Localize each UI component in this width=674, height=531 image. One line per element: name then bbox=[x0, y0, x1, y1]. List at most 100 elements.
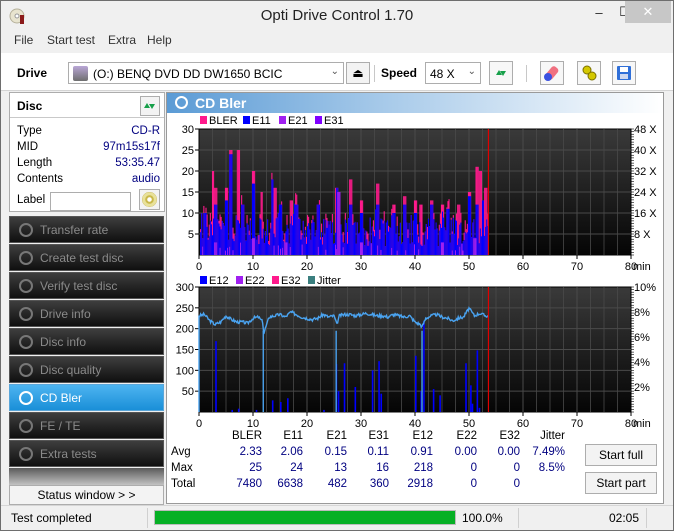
stats-col-header: BLER bbox=[231, 430, 262, 442]
speed-select[interactable]: 48 X ⌄ bbox=[425, 62, 481, 84]
erase-button[interactable] bbox=[540, 61, 564, 85]
menu-file[interactable]: File bbox=[14, 33, 33, 47]
nav-item-extra-tests[interactable]: Extra tests bbox=[9, 440, 164, 467]
e11-bar bbox=[375, 209, 377, 255]
disc-type-row: Type CD-R bbox=[17, 125, 160, 141]
chevron-down-icon: ⌄ bbox=[467, 66, 476, 77]
e11-bar bbox=[334, 243, 336, 255]
e12-bar bbox=[323, 409, 325, 412]
e11-bar bbox=[287, 228, 289, 255]
y2-tick-label: 2% bbox=[634, 382, 650, 394]
nav-item-disc-quality[interactable]: Disc quality bbox=[9, 356, 164, 383]
e11-bar bbox=[205, 213, 207, 255]
e11-bar bbox=[213, 218, 215, 255]
stats-col-header: E12 bbox=[412, 430, 433, 442]
e21-bar bbox=[284, 242, 286, 255]
legend-label: E22 bbox=[245, 275, 265, 287]
e21-bar bbox=[359, 242, 361, 255]
e11-bar bbox=[376, 204, 378, 255]
nav-item-drive-info[interactable]: Drive info bbox=[9, 300, 164, 327]
e21-bar bbox=[342, 247, 344, 255]
nav-item-disc-info[interactable]: Disc info bbox=[9, 328, 164, 355]
nav-item-create-test-disc[interactable]: Create test disc bbox=[9, 244, 164, 271]
nav-item-label: Verify test disc bbox=[40, 279, 118, 293]
start-part-button[interactable]: Start part bbox=[585, 472, 657, 494]
e11-bar bbox=[477, 204, 479, 255]
e11-bar bbox=[384, 246, 386, 255]
e11-bar bbox=[421, 246, 423, 255]
refresh-icon bbox=[144, 103, 155, 109]
e21-bar bbox=[396, 250, 398, 255]
e11-bar bbox=[348, 218, 350, 255]
nav-item-label: Transfer rate bbox=[40, 223, 109, 237]
e11-bar bbox=[294, 203, 296, 255]
close-button[interactable]: ✕ bbox=[625, 1, 671, 23]
refresh-disc-button[interactable] bbox=[140, 96, 160, 116]
menu-extra[interactable]: Extra bbox=[108, 33, 136, 47]
e21-bar bbox=[282, 247, 284, 255]
nav-item-transfer-rate[interactable]: Transfer rate bbox=[9, 216, 164, 243]
e11-bar bbox=[290, 215, 292, 255]
e21-bar bbox=[240, 242, 242, 255]
test-nav: Transfer rate Create test disc Verify test… bbox=[9, 216, 164, 486]
settings-button[interactable] bbox=[577, 61, 601, 85]
y2-tick-label: 4% bbox=[634, 357, 650, 369]
nav-item-fe-te[interactable]: FE / TE bbox=[9, 412, 164, 439]
e12-bar bbox=[476, 350, 479, 412]
e21-bar bbox=[285, 242, 287, 255]
disc-contents-key: Contents bbox=[17, 173, 64, 185]
e11-bar bbox=[231, 154, 233, 255]
e11-bar bbox=[304, 229, 306, 255]
x-tick-label: 10 bbox=[247, 418, 259, 429]
save-button[interactable] bbox=[612, 61, 636, 85]
eject-button[interactable]: ⏏ bbox=[346, 62, 370, 84]
e21-bar bbox=[391, 247, 393, 255]
refresh-speed-button[interactable] bbox=[489, 61, 513, 85]
e11-bar bbox=[236, 219, 238, 255]
e11-bar bbox=[211, 235, 214, 255]
e11-bar bbox=[396, 226, 398, 255]
nav-item-label: FE / TE bbox=[40, 419, 81, 433]
e11-bar bbox=[264, 231, 266, 255]
e11-bar bbox=[423, 244, 425, 255]
stats-col-header: E11 bbox=[283, 430, 303, 442]
e21-bar bbox=[451, 250, 453, 255]
e11-bar bbox=[280, 204, 282, 255]
e11-bar bbox=[207, 239, 209, 255]
e11-bar bbox=[302, 221, 304, 255]
e11-bar bbox=[325, 219, 327, 255]
stats-cell: 24 bbox=[290, 462, 303, 474]
e11-bar bbox=[261, 238, 263, 255]
start-full-button[interactable]: Start full bbox=[585, 444, 657, 466]
e11-bar bbox=[206, 226, 208, 255]
e11-bar bbox=[400, 243, 403, 255]
e11-bar bbox=[203, 213, 205, 255]
e11-bar bbox=[398, 236, 400, 255]
disc-mid-key: MID bbox=[17, 141, 39, 153]
e12-bar bbox=[465, 363, 467, 412]
x-tick-label: 40 bbox=[409, 261, 421, 273]
e11-bar bbox=[457, 244, 459, 255]
disc-test-icon bbox=[19, 391, 33, 405]
e11-bar bbox=[392, 213, 394, 255]
e21-bar bbox=[224, 250, 226, 255]
nav-item-cd-bler[interactable]: CD Bler bbox=[9, 384, 164, 411]
stats-cell: 0 bbox=[513, 462, 520, 474]
e11-bar bbox=[372, 231, 374, 255]
e11-bar bbox=[281, 204, 283, 255]
menu-help[interactable]: Help bbox=[147, 33, 172, 47]
e11-bar bbox=[248, 234, 250, 255]
drive-select[interactable]: (O:) BENQ DVD DD DW1650 BCIC ⌄ bbox=[68, 62, 344, 84]
menu-start-test[interactable]: Start test bbox=[47, 33, 95, 47]
y2-tick-label: 16 X bbox=[634, 208, 657, 220]
apply-label-button[interactable] bbox=[139, 189, 160, 210]
e11-bar bbox=[486, 219, 488, 255]
bler-bar bbox=[478, 171, 480, 255]
disc-label-input[interactable] bbox=[50, 192, 131, 211]
e21-bar bbox=[418, 249, 420, 255]
e11-bar bbox=[228, 239, 230, 255]
nav-item-verify-test-disc[interactable]: Verify test disc bbox=[9, 272, 164, 299]
e21-bar bbox=[215, 242, 217, 255]
e11-bar bbox=[351, 204, 353, 255]
status-window-button[interactable]: Status window > > bbox=[9, 485, 164, 505]
